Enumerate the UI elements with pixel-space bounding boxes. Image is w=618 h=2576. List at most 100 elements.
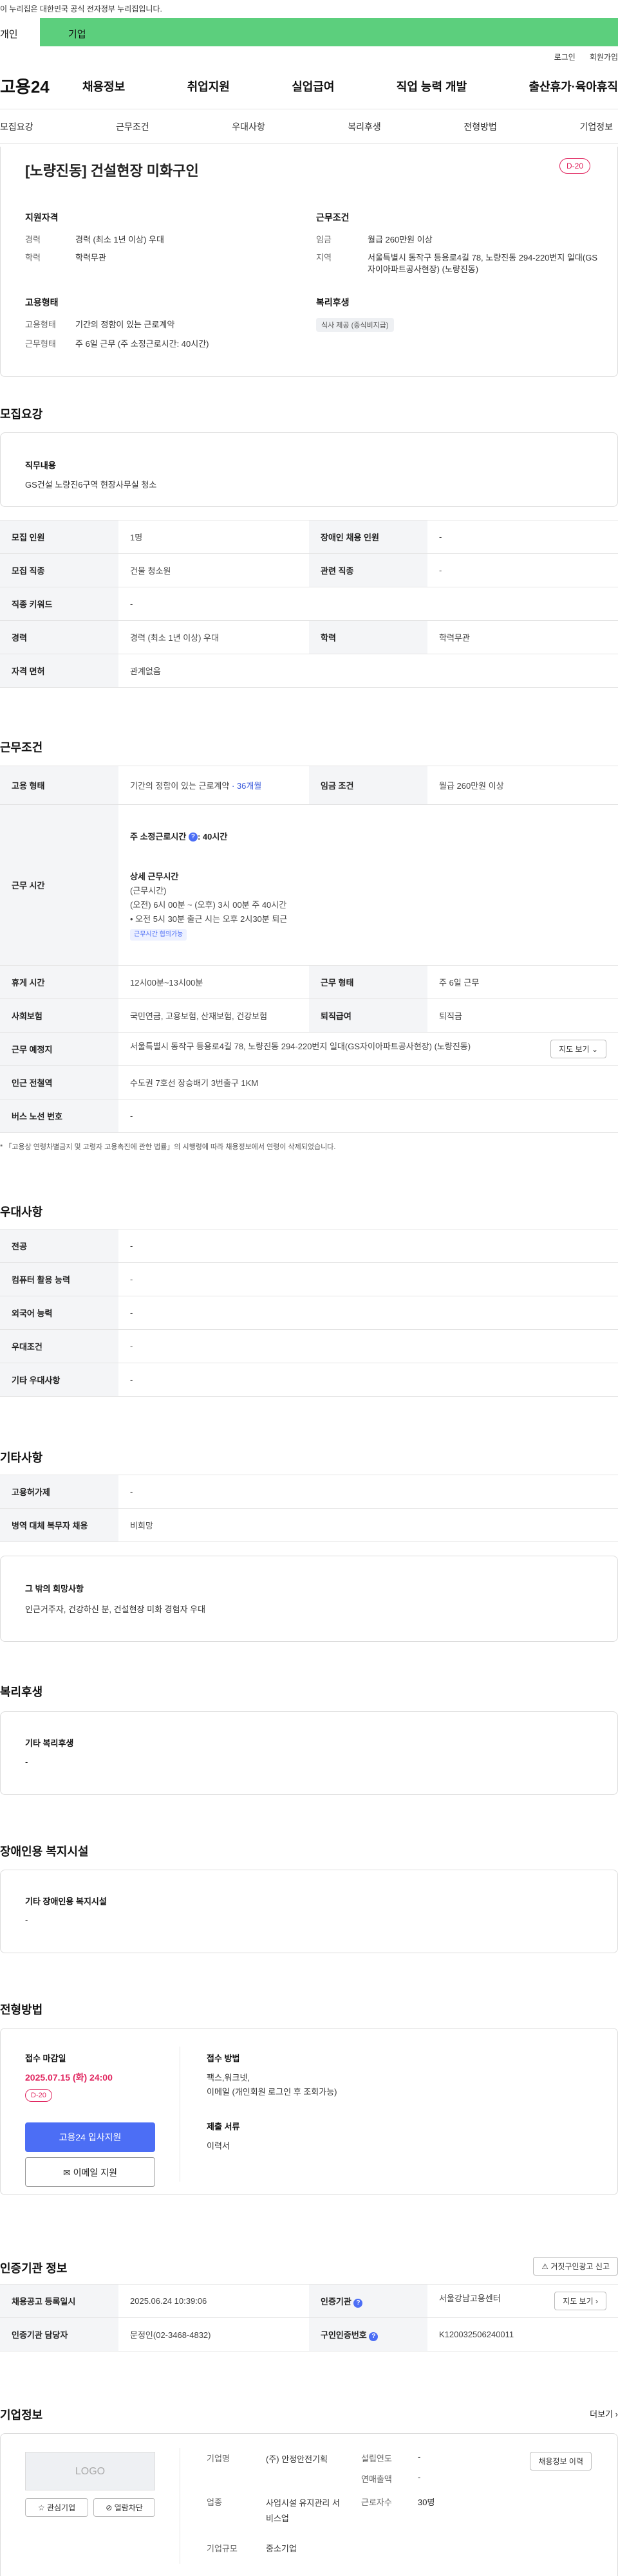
dday-badge: D-20 <box>559 158 590 174</box>
info-icon[interactable]: ? <box>369 2332 379 2341</box>
cell-header: 근무 시간 <box>0 804 118 966</box>
duty-text: GS건설 노량진6구역 현장사무실 청소 <box>25 480 157 490</box>
founded-label: 설립연도 <box>361 2454 392 2463</box>
tab-preference[interactable]: 우대사항 <box>232 120 265 133</box>
tab-recruit[interactable]: 모집요강 <box>0 120 33 133</box>
tab-individual[interactable]: 개인 <box>0 18 40 46</box>
info-icon[interactable]: ? <box>353 2298 363 2308</box>
user-type-tabs: 개인 기업 <box>0 18 618 46</box>
map-button[interactable]: 지도 보기 ⌄ <box>550 1040 606 1058</box>
gov-notice: 이 누리집은 대한민국 공식 전자정부 누리집입니다. <box>0 5 162 14</box>
cell-header: 장애인 채용 인원 <box>309 520 427 554</box>
cell-header: 고용 형태 <box>0 766 118 805</box>
gnb-item-skill-development[interactable]: 직업 능력 개발 <box>397 78 467 95</box>
cell-value: 학력무관 <box>427 620 618 654</box>
industry-value: 사업시설 유지관리 서비스업 <box>266 2498 340 2523</box>
gnb-item-parental-leave[interactable]: 출산휴가·육아휴직 <box>529 78 618 95</box>
education-value: 학력무관 <box>75 253 106 262</box>
org-value: 서울강남고용센터 <box>439 2294 501 2303</box>
cell-value: - <box>118 1262 618 1296</box>
cell-value: 1명 <box>118 520 309 554</box>
other-wishes-text: 인근거주자, 건강하신 분, 건설현장 미화 경험자 우대 <box>25 1605 206 1614</box>
agency-heading: 인증기관 정보 <box>0 2262 68 2275</box>
org-label: 인증기관 <box>321 2296 351 2306</box>
time-detail-title: 상세 근무시간 <box>130 871 179 881</box>
table-row: 인근 전철역 수도권 7호선 장승배기 3번출구 1KM <box>0 1065 618 1099</box>
cell-header: 인증기관 담당자 <box>0 2317 118 2351</box>
more-label: 더보기 <box>590 2409 613 2419</box>
no-label: 구인인증번호 <box>321 2330 367 2340</box>
wage-value: 월급 260만원 이상 <box>368 235 433 244</box>
tab-enterprise[interactable]: 기업 <box>40 18 618 46</box>
table-row: 채용공고 등록일시 2025.06.24 10:39:06 인증기관 ? 서울강… <box>0 2284 618 2318</box>
tab-welfare[interactable]: 복리후생 <box>348 120 381 133</box>
fav-company-button[interactable]: ☆ 관심기업 <box>25 2498 88 2517</box>
cell-header: 근무 예정지 <box>0 1032 118 1066</box>
recruit-heading: 모집요강 <box>0 408 43 421</box>
fav-label: 관심기업 <box>46 2503 76 2512</box>
docs-value: 이력서 <box>207 2141 230 2151</box>
time-flex-tag: 근무시간 협의가능 <box>130 928 187 941</box>
table-row: 인증기관 담당자 문정인(02-3468-4832) 구인인증번호 ? K120… <box>0 2317 618 2351</box>
docs-title: 제출 서류 <box>207 2122 240 2131</box>
cell-value: - <box>118 587 618 621</box>
wage-label: 임금 <box>316 235 332 244</box>
cell-header: 사회보험 <box>0 998 118 1033</box>
agency-table: 채용공고 등록일시 2025.06.24 10:39:06 인증기관 ? 서울강… <box>0 2284 618 2351</box>
cell-header: 모집 인원 <box>0 520 118 554</box>
welfare-tag: 식사 제공 (중식비지급) <box>316 318 394 332</box>
table-row: 모집 인원 1명 장애인 채용 인원 - <box>0 520 618 554</box>
worktype-value: 주 6일 근무 (주 소정근로시간: 40시간) <box>75 339 209 349</box>
cell-header: 관련 직종 <box>309 553 427 587</box>
company-more-link[interactable]: 더보기 › <box>590 2407 618 2420</box>
cell-value: - <box>118 1099 618 1133</box>
block-company-button[interactable]: ⊘ 열람차단 <box>93 2498 155 2517</box>
pref-heading: 우대사항 <box>0 1206 43 1219</box>
work-heading: 근무조건 <box>0 741 43 754</box>
job-history-button[interactable]: 채용정보 이력 <box>530 2452 592 2470</box>
etc-table: 고용허가제 - 병역 대체 복무자 채용 비희망 <box>0 1475 618 1542</box>
size-label: 기업규모 <box>207 2544 238 2553</box>
gnb-item-unemployment-benefit[interactable]: 실업급여 <box>292 78 334 95</box>
cell-header: 학력 <box>309 620 427 654</box>
employment-type-title: 고용형태 <box>25 297 59 308</box>
table-row: 컴퓨터 활용 능력 - <box>0 1262 618 1296</box>
cell-value: - <box>118 1229 618 1263</box>
tab-company[interactable]: 기업정보 <box>579 120 613 133</box>
cell-value: 기간의 정함이 있는 근로계약 · 36개월 <box>118 766 309 805</box>
gnb-item-jobs[interactable]: 채용정보 <box>82 78 125 95</box>
table-row: 우대조건 - <box>0 1329 618 1363</box>
tab-work-condition[interactable]: 근무조건 <box>116 120 149 133</box>
info-icon[interactable]: ? <box>188 833 198 842</box>
section-tabs: 모집요강 근무조건 우대사항 복리후생 전형방법 기업정보 <box>0 109 618 144</box>
method-list: 팩스,워크넷, 이메일 (개인회원 로그인 후 조회가능) <box>207 2071 337 2099</box>
area-label: 지역 <box>316 253 332 262</box>
area-value: 서울특별시 동작구 등용로4길 78, 노량진동 294-220번지 일대(GS… <box>368 253 597 274</box>
duty-title: 직무내용 <box>25 461 56 470</box>
report-button[interactable]: ⚠ 거짓구인광고 신고 <box>533 2257 618 2276</box>
email-apply-button[interactable]: ✉ 이메일 지원 <box>25 2157 155 2187</box>
method-line: 이메일 (개인회원 로그인 후 조회가능) <box>207 2087 337 2097</box>
method-line: 팩스,워크넷, <box>207 2073 250 2083</box>
cell-value: 문정인(02-3468-4832) <box>118 2317 309 2351</box>
login-link[interactable]: 로그인 <box>554 51 576 63</box>
apply-button[interactable]: 고용24 입사지원 <box>25 2122 155 2152</box>
cell-header: 인증기관 ? <box>309 2284 427 2318</box>
time-line: (근무시간) <box>130 885 167 896</box>
weekly-hours-value: : 40시간 <box>197 831 228 842</box>
work-condition-title: 근무조건 <box>316 212 350 223</box>
mail-icon: ✉ <box>63 2167 71 2178</box>
time-line: • 오전 5시 30분 출근 시는 오후 2시30분 퇴근 <box>130 914 288 924</box>
industry-label: 업종 <box>207 2498 222 2507</box>
other-wishes-box: 그 밖의 희망사항 인근거주자, 건강하신 분, 건설현장 미화 경험자 우대 <box>0 1556 618 1642</box>
join-link[interactable]: 회원가입 <box>590 51 618 63</box>
gnb-item-employment-support[interactable]: 취업지원 <box>187 78 230 95</box>
table-row: 직종 키워드 - <box>0 587 618 621</box>
site-logo[interactable]: 고용24 <box>0 74 82 98</box>
cell-value: - <box>427 553 618 587</box>
job-summary-card: [노량진동] 건설현장 미화구인 D-20 지원자격 경력 경력 (최소 1년 이… <box>0 147 618 377</box>
agency-map-button[interactable]: 지도 보기 › <box>554 2292 606 2310</box>
tab-selection[interactable]: 전형방법 <box>464 120 497 133</box>
selection-box: 접수 마감일 2025.07.15 (화) 24:00 D-20 고용24 입사… <box>0 2028 618 2195</box>
cell-header: 기타 우대사항 <box>0 1363 118 1397</box>
